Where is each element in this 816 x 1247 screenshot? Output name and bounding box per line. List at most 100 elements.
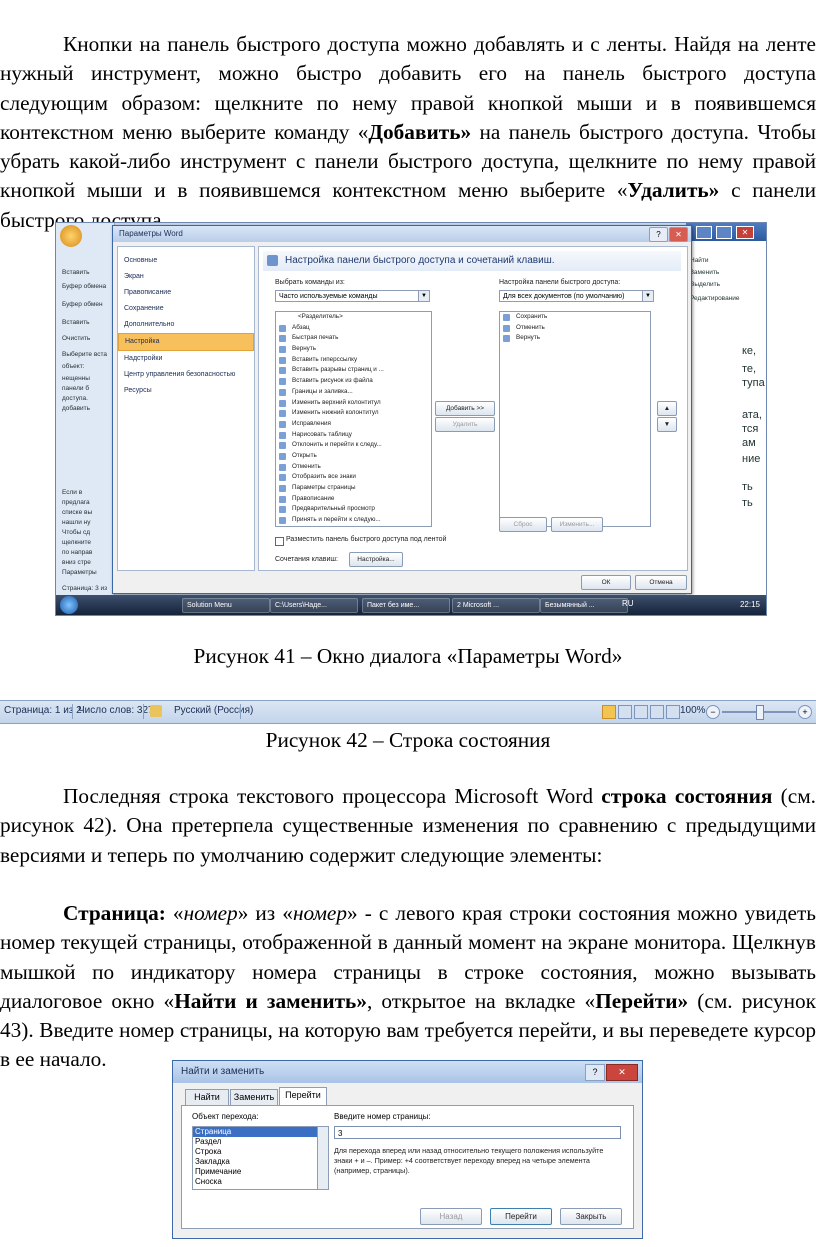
p1-bold-remove: Удалить»	[627, 178, 720, 203]
minimize-icon[interactable]	[696, 226, 712, 239]
zoom-out-icon[interactable]: −	[706, 705, 720, 719]
toolbar-item[interactable]: Вернуть	[500, 333, 650, 344]
word-background-text: тупа	[742, 377, 765, 389]
add-button[interactable]: Добавить >>	[435, 401, 495, 416]
object-list-item[interactable]: Закладка	[193, 1157, 328, 1167]
language-indicator[interactable]: RU	[622, 599, 634, 608]
command-item[interactable]: Правописание	[276, 494, 431, 505]
tab-find[interactable]: Найти	[185, 1089, 229, 1105]
command-item[interactable]: Вставить разрывы страниц и ...	[276, 365, 431, 376]
toolbar-items-list[interactable]: Сохранить Отменить Вернуть	[499, 311, 651, 527]
command-item[interactable]: Вернуть	[276, 344, 431, 355]
object-list-item[interactable]: Раздел	[193, 1137, 328, 1147]
ok-button[interactable]: ОК	[581, 575, 631, 590]
cancel-button[interactable]: Отмена	[635, 575, 687, 590]
command-item[interactable]: Изменить нижний колонтитул	[276, 408, 431, 419]
zoom-level[interactable]: 100%	[680, 705, 706, 716]
help-icon[interactable]: ?	[649, 227, 668, 242]
toolbar-item[interactable]: Сохранить	[500, 312, 650, 323]
toolbar-item-label: Сохранить	[516, 313, 548, 320]
word-background-text: ть	[742, 497, 753, 509]
command-item[interactable]: Отобразить все знаки	[276, 472, 431, 483]
command-item[interactable]: Отменить	[276, 462, 431, 473]
dialog-close-icon[interactable]: ✕	[669, 227, 688, 242]
object-list-item[interactable]: Строка	[193, 1147, 328, 1157]
options-nav-item[interactable]: Основные	[118, 253, 254, 269]
back-button[interactable]: Назад	[420, 1208, 482, 1225]
full-screen-view-icon[interactable]	[618, 705, 632, 719]
command-icon	[279, 346, 286, 354]
command-item[interactable]: <Разделитель>	[276, 312, 431, 323]
customize-toolbar-select[interactable]: Для всех документов (по умолчанию) ▼	[499, 290, 654, 302]
place-below-ribbon-checkbox[interactable]	[275, 537, 284, 546]
taskbar-item[interactable]: Пакет без име...	[362, 598, 450, 613]
page-number-input[interactable]: 3	[334, 1126, 621, 1139]
command-item[interactable]: Предварительный просмотр	[276, 504, 431, 515]
p1-bold-add: Добавить»	[368, 119, 472, 144]
command-item[interactable]: Исправления	[276, 419, 431, 430]
options-nav-item[interactable]: Экран	[118, 269, 254, 285]
modify-button[interactable]: Изменить...	[551, 517, 603, 532]
restore-icon[interactable]	[716, 226, 732, 239]
dialog-close-icon[interactable]: ✕	[606, 1064, 638, 1081]
options-nav-item[interactable]: Надстройки	[118, 351, 254, 367]
options-nav-item[interactable]: Правописание	[118, 285, 254, 301]
start-button-icon[interactable]	[60, 596, 78, 614]
choose-commands-select[interactable]: Часто используемые команды ▼	[275, 290, 430, 302]
command-label: Отобразить все знаки	[292, 473, 356, 481]
object-list-item[interactable]: Страница	[193, 1127, 328, 1137]
goto-button[interactable]: Перейти	[490, 1208, 552, 1225]
taskbar-item[interactable]: 2 Microsoft ...	[452, 598, 540, 613]
options-nav-item[interactable]: Дополнительно	[118, 317, 254, 333]
draft-view-icon[interactable]	[666, 705, 680, 719]
command-item[interactable]: Принять и перейти к следую...	[276, 515, 431, 526]
help-icon[interactable]: ?	[585, 1064, 605, 1081]
command-label: Абзац	[292, 323, 310, 331]
command-item[interactable]: Параметры страницы	[276, 483, 431, 494]
commands-list[interactable]: <Разделитель> Абзац Быстрая печать Вернуть В…	[275, 311, 432, 527]
command-item[interactable]: Вставить гиперссылку	[276, 355, 431, 366]
options-nav-item[interactable]: Центр управления безопасностью	[118, 367, 254, 383]
zoom-in-icon[interactable]: +	[798, 705, 812, 719]
command-item[interactable]: Абзац	[276, 323, 431, 334]
options-nav-item[interactable]: Сохранение	[118, 301, 254, 317]
move-up-icon[interactable]: ▲	[657, 401, 677, 416]
print-layout-view-icon[interactable]	[602, 705, 616, 719]
object-list-item[interactable]: Примечание	[193, 1167, 328, 1177]
spellcheck-icon[interactable]	[150, 705, 162, 717]
zoom-slider-thumb[interactable]	[756, 705, 764, 720]
status-language[interactable]: Русский (Россия)	[174, 705, 253, 716]
web-view-icon[interactable]	[634, 705, 648, 719]
options-nav-item[interactable]: Ресурсы	[118, 383, 254, 399]
command-item[interactable]: Границы и заливка...	[276, 387, 431, 398]
taskbar-item[interactable]: C:\Users\Наде...	[270, 598, 358, 613]
tab-goto[interactable]: Перейти	[279, 1087, 327, 1106]
office-button-icon[interactable]	[60, 225, 82, 247]
remove-button[interactable]: Удалить	[435, 417, 495, 432]
close-icon[interactable]: ✕	[736, 226, 754, 239]
toolbar-item[interactable]: Отменить	[500, 323, 650, 334]
shortcuts-customize-button[interactable]: Настройка...	[349, 552, 403, 567]
tab-replace[interactable]: Заменить	[230, 1089, 278, 1105]
close-button[interactable]: Закрыть	[560, 1208, 622, 1225]
command-item[interactable]: Изменить верхний колонтитул	[276, 398, 431, 409]
command-item[interactable]: Отклонить и перейти к следу...	[276, 440, 431, 451]
object-list-item[interactable]: Сноска	[193, 1177, 328, 1187]
command-item[interactable]: Быстрая печать	[276, 333, 431, 344]
taskbar-item[interactable]: Solution Menu	[182, 598, 270, 613]
reset-button[interactable]: Сброс	[499, 517, 547, 532]
outline-view-icon[interactable]	[650, 705, 664, 719]
command-item[interactable]: Вставить рисунок из файла	[276, 376, 431, 387]
command-icon	[279, 410, 286, 418]
command-item[interactable]: Нарисовать таблицу	[276, 430, 431, 441]
command-item[interactable]: Открыть	[276, 451, 431, 462]
object-list-scrollbar[interactable]	[317, 1127, 328, 1189]
figure-status-bar: Страница: 1 из 2 Число слов: 327 Русский…	[0, 700, 816, 724]
object-list[interactable]: Страница Раздел Строка Закладка Примечание Сн…	[192, 1126, 329, 1190]
word-options-dialog: Параметры Word ? ✕ Основные Экран Правопис…	[112, 225, 692, 594]
command-label: Принять и перейти к следую...	[292, 516, 381, 524]
move-down-icon[interactable]: ▼	[657, 417, 677, 432]
options-nav-item[interactable]: Настройка	[118, 333, 254, 351]
taskbar-item[interactable]: Безымянный ...	[540, 598, 628, 613]
status-page-indicator[interactable]: Страница: 1 из 2	[4, 705, 82, 716]
